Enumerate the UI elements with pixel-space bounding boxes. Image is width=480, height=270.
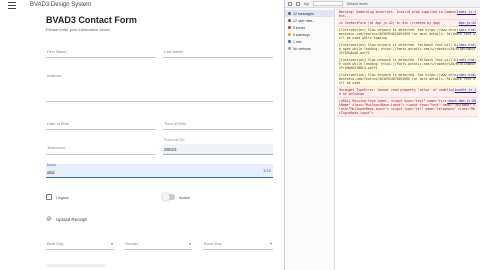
last-name-field[interactable]: Last Name	[163, 48, 273, 58]
agree-label: I Agree	[56, 194, 69, 200]
message-text: in ContactForm (at App.js:42) in div (cr…	[339, 21, 441, 25]
bond-day-label: Bond Day	[204, 241, 222, 246]
notes-counter: 3/10	[263, 168, 271, 173]
notes-label: Notes	[47, 163, 57, 167]
form-subtitle: Please enter your information below	[46, 27, 110, 32]
console-filter-input[interactable]	[312, 1, 343, 6]
zip-label: Postcode/Zip	[164, 138, 185, 142]
first-name-label: First Name	[47, 49, 67, 54]
time-of-birth-field[interactable]: Time of Birth	[163, 120, 273, 130]
console-message[interactable]: index.js:1 Warning: Something incorrect. …	[337, 9, 478, 20]
zip-value: 39023	[164, 147, 177, 152]
chevron-down-icon: ▾	[269, 241, 272, 246]
level-dot-icon	[288, 12, 291, 15]
message-source-link[interactable]: App.js:42	[459, 21, 476, 25]
console-toolbar: top Default levels	[285, 0, 480, 8]
level-dot-icon	[288, 47, 291, 50]
last-name-label: Last Name	[164, 49, 184, 54]
birth-day-label: Birth Day	[47, 241, 64, 246]
gender-label: Gender	[125, 241, 139, 246]
date-of-birth-label: Date of Birth	[47, 121, 70, 126]
console-sidebar-item[interactable]: 6 warnings	[285, 31, 334, 38]
message-text: [Intervention] Slow network is detected.…	[339, 28, 476, 40]
chevron-down-icon: ▾	[110, 241, 113, 246]
message-source-link[interactable]: index.js:1	[457, 10, 476, 14]
footer-placeholder	[46, 264, 106, 267]
zip-field[interactable]: Postcode/Zip 39023	[163, 138, 273, 155]
console-message[interactable]: index.html [Intervention] Slow network is…	[337, 27, 478, 42]
message-text: [Intervention] Slow network is detected.…	[339, 58, 476, 70]
message-text: Warning: Something incorrect. Invalid pr…	[339, 10, 457, 18]
message-source-link[interactable]: bundle.js:1	[455, 88, 476, 92]
form-title: BVAD3 Contact Form	[46, 15, 137, 25]
paperclip-icon: ⊘	[46, 216, 52, 223]
active-toggle-row[interactable]: Active	[162, 193, 190, 201]
contact-form-app: BVAD3 Design System BVAD3 Contact Form P…	[0, 0, 284, 270]
level-dot-icon	[288, 26, 291, 29]
menu-icon[interactable]	[8, 1, 16, 9]
message-text: Uncaught TypeError: Cannot read property…	[339, 88, 455, 96]
console-sidebar-label: 12 user mes...	[293, 18, 316, 23]
console-sidebar-label: 12 messages	[293, 11, 314, 16]
console-message[interactable]: index.html [Intervention] Slow network is…	[337, 42, 478, 57]
level-dot-icon	[288, 19, 291, 22]
console-sidebar-item[interactable]: 12 messages	[285, 10, 334, 17]
app-top-bar: BVAD3 Design System	[0, 0, 284, 10]
app-title: BVAD3 Design System	[30, 2, 92, 8]
console-sidebar-item[interactable]: 1 info	[285, 38, 334, 45]
level-dot-icon	[288, 33, 291, 36]
console-sidebar-item[interactable]: 5 errors	[285, 24, 334, 31]
console-sidebar: 12 messages 12 user mes... 5 errors 6 warni…	[285, 8, 335, 270]
console-message[interactable]: index.html [Intervention] Slow network is…	[337, 57, 478, 72]
gender-select[interactable]: Gender ▾	[124, 240, 192, 250]
console-sidebar-label: 1 info	[293, 39, 302, 44]
console-sidebar-label: 5 errors	[293, 25, 306, 30]
active-label: Active	[179, 194, 190, 200]
time-of-birth-label: Time of Birth	[164, 121, 187, 126]
console-message[interactable]: react-dom.js:88 [ARIA] Missing form label…	[337, 98, 478, 117]
notes-value: abd	[47, 170, 55, 175]
console-message[interactable]: App.js:42 in ContactForm (at App.js:42) i…	[337, 20, 478, 27]
console-message[interactable]: index.html [Intervention] Slow network is…	[337, 72, 478, 87]
log-levels-dropdown[interactable]: Default levels	[347, 2, 368, 6]
console-message[interactable]: bundle.js:1 Uncaught TypeError: Cannot re…	[337, 87, 478, 98]
sidebar-toggle-icon[interactable]	[288, 1, 292, 6]
date-of-birth-field[interactable]: Date of Birth	[46, 120, 156, 130]
upload-receipt[interactable]: ⊘ Upload Receipt	[46, 215, 87, 223]
telephone-field[interactable]: Telephone	[46, 144, 156, 155]
context-selector[interactable]: top	[304, 2, 309, 6]
active-toggle[interactable]	[162, 193, 175, 201]
level-dot-icon	[288, 40, 291, 43]
birth-day-select[interactable]: Birth Day ▾	[46, 240, 114, 250]
devtools-panel: top Default levels 12 messages 12 user me…	[284, 0, 480, 270]
bond-day-select[interactable]: Bond Day ▾	[203, 240, 273, 250]
console-sidebar-label: No verbose	[293, 46, 311, 51]
first-name-field[interactable]: First Name	[46, 48, 156, 58]
message-text: [Intervention] Slow network is detected.…	[339, 43, 476, 55]
console-messages: index.js:1 Warning: Something incorrect. …	[335, 8, 480, 270]
notes-field[interactable]: Notes abd 3/10	[46, 163, 273, 178]
telephone-label: Telephone	[47, 145, 66, 150]
clear-console-icon[interactable]	[296, 1, 300, 6]
address-field[interactable]: Address	[46, 72, 273, 102]
message-text: [Intervention] Slow network is detected.…	[339, 73, 476, 85]
agree-checkbox-row[interactable]: I Agree	[46, 194, 69, 200]
agree-checkbox[interactable]	[46, 194, 52, 200]
console-sidebar-item[interactable]: No verbose	[285, 45, 334, 52]
address-label: Address	[47, 73, 62, 78]
chevron-down-icon: ▾	[188, 241, 191, 246]
console-sidebar-label: 6 warnings	[293, 32, 310, 37]
upload-label: Upload Receipt	[55, 216, 87, 222]
console-sidebar-item[interactable]: 12 user mes...	[285, 17, 334, 24]
